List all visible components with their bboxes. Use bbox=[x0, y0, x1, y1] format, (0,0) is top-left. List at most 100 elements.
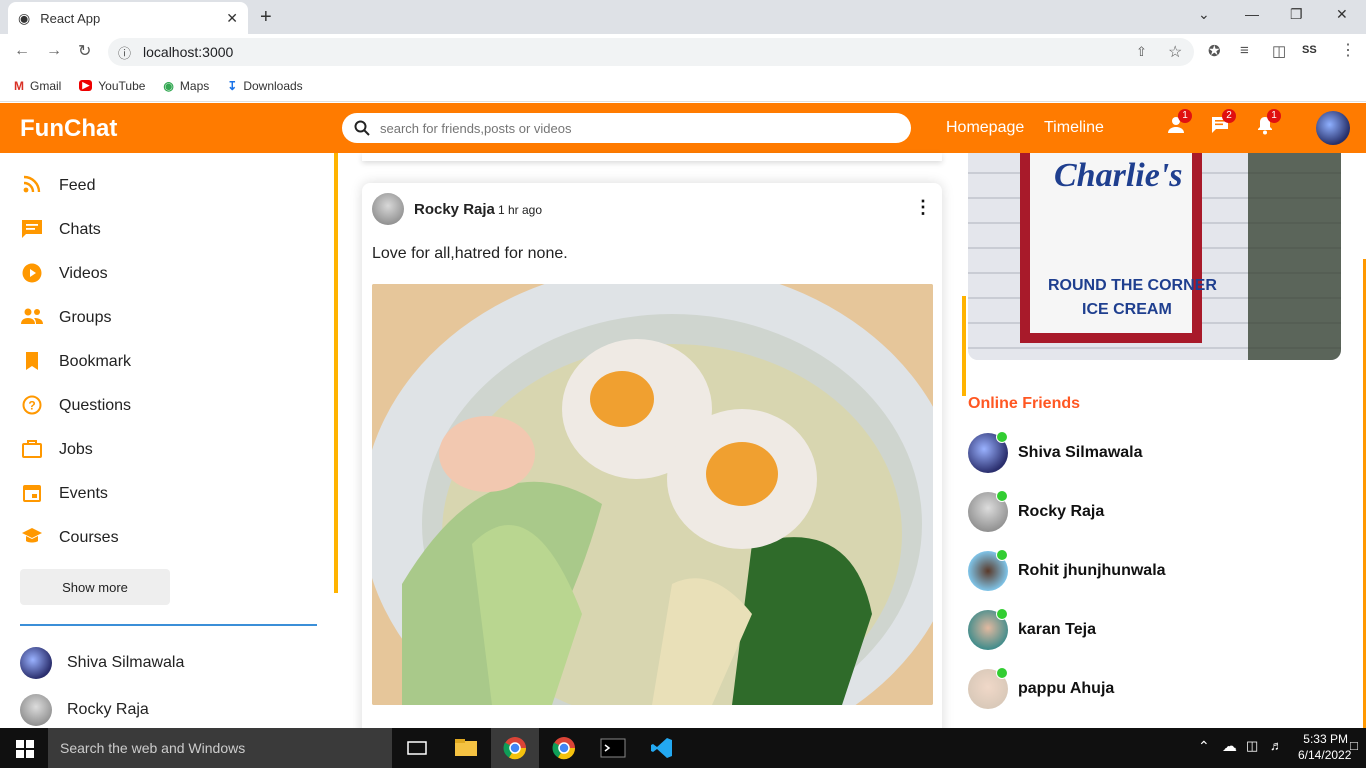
messages-button[interactable]: 2 bbox=[1210, 109, 1236, 141]
sidebar-item-questions[interactable]: ? Questions bbox=[20, 395, 131, 417]
sidebar-item-bookmark[interactable]: Bookmark bbox=[20, 351, 131, 373]
more-vert-icon[interactable]: ⋮ bbox=[914, 197, 932, 218]
sidebar-item-videos[interactable]: Videos bbox=[20, 263, 108, 285]
homepage-link[interactable]: Homepage bbox=[946, 119, 1024, 137]
notifications-button[interactable]: 1 bbox=[1255, 109, 1281, 141]
close-tab-icon[interactable]: ✕ bbox=[226, 10, 238, 27]
avatar bbox=[20, 694, 52, 726]
online-friend-name: Shiva Silmawala bbox=[1018, 444, 1143, 461]
reading-list-icon[interactable]: ≡ bbox=[1240, 42, 1249, 59]
online-friend-item[interactable]: karan Teja bbox=[968, 608, 1096, 650]
profile-icon[interactable]: SS bbox=[1302, 44, 1317, 56]
network-icon[interactable]: ◫ bbox=[1246, 738, 1258, 754]
info-icon[interactable]: ⓘ bbox=[118, 43, 131, 62]
sidebar-item-jobs[interactable]: Jobs bbox=[20, 439, 93, 461]
online-status-dot bbox=[996, 431, 1008, 443]
post-time: 1 hr ago bbox=[498, 203, 543, 217]
ad-image[interactable]: Charlie's ROUND THE CORNER ICE CREAM bbox=[968, 153, 1341, 360]
windows-taskbar: Search the web and Windows ⌃ ☁ ◫ ♬ 5:33 … bbox=[0, 728, 1366, 768]
bookmark-icon bbox=[20, 351, 44, 373]
friend-item[interactable]: Rocky Raja bbox=[20, 694, 149, 726]
vscode-icon[interactable] bbox=[649, 736, 675, 760]
sidebar-item-events[interactable]: Events bbox=[20, 483, 108, 505]
sidebar-item-chats[interactable]: Chats bbox=[20, 219, 101, 241]
chat-icon bbox=[20, 219, 44, 241]
sidebar-item-label: Courses bbox=[59, 529, 119, 546]
profile-avatar[interactable] bbox=[1316, 111, 1350, 145]
new-tab-button[interactable]: + bbox=[260, 6, 272, 29]
side-panel-icon[interactable]: ◫ bbox=[1272, 42, 1286, 60]
clock-time: 5:33 PM bbox=[1303, 732, 1348, 746]
taskbar-search[interactable]: Search the web and Windows bbox=[48, 728, 392, 768]
file-explorer-icon[interactable] bbox=[453, 736, 479, 760]
chat-badge: 2 bbox=[1222, 109, 1236, 123]
person-badge: 1 bbox=[1178, 109, 1192, 123]
bookmark-maps[interactable]: ◉ Maps bbox=[163, 79, 209, 93]
bookmark-label: Maps bbox=[179, 78, 210, 93]
browser-tab[interactable]: ◉ React App ✕ bbox=[8, 2, 248, 34]
sidebar-item-label: Feed bbox=[59, 177, 96, 194]
post-card: Rocky Raja 1 hr ago ⋮ Love for all,hatre… bbox=[362, 183, 942, 743]
notifications-badge: 1 bbox=[1267, 109, 1281, 123]
online-friend-name: Rocky Raja bbox=[1018, 503, 1105, 520]
sidebar-scrollbar[interactable] bbox=[334, 153, 338, 593]
calendar-icon bbox=[20, 483, 44, 505]
rss-icon bbox=[20, 175, 44, 197]
bookmark-downloads[interactable]: ↧ Downloads bbox=[227, 79, 302, 93]
task-view-icon[interactable] bbox=[404, 736, 430, 760]
ad-sign-line1: Charlie's bbox=[1054, 157, 1183, 194]
online-friend-name: pappu Ahuja bbox=[1018, 680, 1115, 697]
onedrive-icon[interactable]: ☁ bbox=[1222, 737, 1237, 755]
sidebar-divider bbox=[20, 624, 317, 626]
left-sidebar: Feed Chats Videos Groups Bookmark ? Ques… bbox=[0, 153, 338, 728]
ad-sign-line3: ICE CREAM bbox=[1082, 301, 1172, 318]
previous-post-edge bbox=[362, 153, 942, 161]
online-friend-item[interactable]: Shiva Silmawala bbox=[968, 431, 1143, 473]
online-friend-item[interactable]: pappu Ahuja bbox=[968, 667, 1115, 709]
avatar bbox=[20, 647, 52, 679]
timeline-link[interactable]: Timeline bbox=[1044, 119, 1104, 137]
chrome-profile-icon[interactable] bbox=[551, 736, 577, 760]
online-friend-item[interactable]: Rocky Raja bbox=[968, 490, 1105, 532]
search-bar[interactable] bbox=[342, 113, 911, 143]
forward-icon[interactable]: → bbox=[46, 42, 62, 60]
star-icon[interactable]: ☆ bbox=[1168, 42, 1182, 62]
reload-icon[interactable]: ↻ bbox=[78, 41, 91, 61]
extensions-icon[interactable]: ✪ bbox=[1208, 42, 1221, 60]
friend-requests-button[interactable]: 1 bbox=[1166, 109, 1192, 141]
post-image bbox=[372, 284, 933, 705]
sidebar-item-courses[interactable]: Courses bbox=[20, 527, 119, 549]
friend-item[interactable]: Shiva Silmawala bbox=[20, 647, 184, 679]
online-friend-item[interactable]: Rohit jhunjhunwala bbox=[968, 549, 1166, 591]
terminal-icon[interactable] bbox=[600, 736, 626, 760]
bookmark-gmail[interactable]: M Gmail bbox=[14, 79, 61, 93]
app-logo[interactable]: FunChat bbox=[20, 115, 117, 143]
close-window-button[interactable]: ✕ bbox=[1336, 6, 1348, 23]
tab-title: React App bbox=[40, 10, 101, 26]
chrome-icon[interactable] bbox=[502, 736, 528, 760]
search-input[interactable] bbox=[380, 120, 860, 136]
address-bar[interactable]: ⓘ localhost:3000 ⇧ ☆ bbox=[108, 38, 1194, 66]
taskbar-clock[interactable]: 5:33 PM 6/14/2022 bbox=[1298, 731, 1351, 763]
sidebar-item-groups[interactable]: Groups bbox=[20, 307, 111, 329]
windows-start-icon[interactable] bbox=[16, 740, 34, 758]
minimize-button[interactable]: — bbox=[1245, 6, 1259, 22]
tab-search-icon[interactable]: ⌄ bbox=[1198, 6, 1210, 23]
post-author[interactable]: Rocky Raja bbox=[414, 201, 495, 218]
menu-dots-icon[interactable]: ⋮ bbox=[1340, 40, 1356, 60]
sidebar-item-feed[interactable]: Feed bbox=[20, 175, 95, 197]
back-icon[interactable]: ← bbox=[14, 42, 30, 60]
browser-toolbar: ← → ↻ ⓘ localhost:3000 ⇧ ☆ ✪ ≡ ◫ SS ⋮ bbox=[0, 34, 1366, 70]
volume-icon[interactable]: ♬ bbox=[1270, 738, 1283, 753]
restore-button[interactable]: ❐ bbox=[1290, 6, 1303, 23]
youtube-icon: ▶ bbox=[79, 80, 93, 91]
online-friends-title: Online Friends bbox=[968, 395, 1081, 412]
sidebar-item-label: Videos bbox=[59, 265, 108, 282]
chevron-up-icon[interactable]: ⌃ bbox=[1198, 738, 1210, 755]
avatar[interactable] bbox=[372, 193, 404, 225]
bookmark-youtube[interactable]: ▶ YouTube bbox=[79, 79, 145, 93]
share-icon[interactable]: ⇧ bbox=[1136, 44, 1147, 60]
notification-center-icon[interactable]: □ bbox=[1350, 738, 1358, 753]
show-more-button[interactable]: Show more bbox=[20, 569, 170, 605]
online-friend-name: karan Teja bbox=[1018, 621, 1096, 638]
